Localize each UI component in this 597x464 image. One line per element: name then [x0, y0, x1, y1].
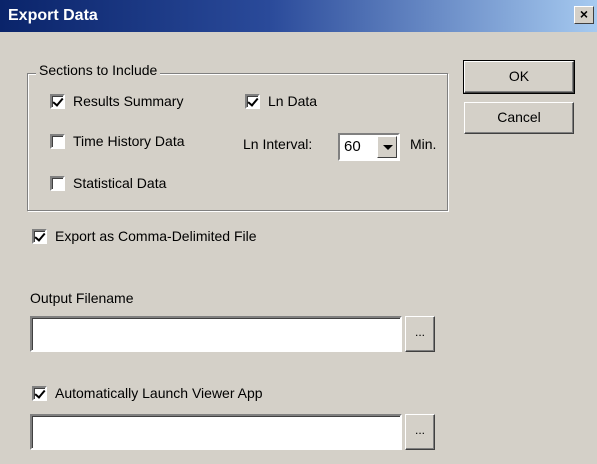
- output-filename-input[interactable]: [30, 316, 402, 352]
- statistical-checkbox[interactable]: Statistical Data: [50, 175, 166, 191]
- viewer-browse-button[interactable]: ...: [405, 414, 435, 450]
- ln-interval-label: Ln Interval:: [243, 136, 313, 152]
- ok-button[interactable]: OK: [463, 60, 575, 94]
- ln-data-checkbox[interactable]: Ln Data: [245, 93, 317, 109]
- ln-interval-unit: Min.: [410, 136, 437, 152]
- checkbox-box[interactable]: [32, 228, 47, 244]
- close-button[interactable]: ×: [574, 6, 594, 24]
- launch-viewer-checkbox[interactable]: Automatically Launch Viewer App: [32, 385, 263, 401]
- results-summary-checkbox[interactable]: Results Summary: [50, 93, 183, 109]
- ln-data-label: Ln Data: [268, 93, 318, 109]
- launch-viewer-label: Automatically Launch Viewer App: [55, 385, 263, 401]
- output-browse-button[interactable]: ...: [405, 316, 435, 352]
- export-csv-checkbox[interactable]: Export as Comma-Delimited File: [32, 228, 257, 244]
- ln-interval-dropdown[interactable]: 60: [338, 133, 400, 161]
- ln-interval-value: 60: [344, 138, 361, 155]
- chevron-down-icon[interactable]: [377, 136, 397, 158]
- checkbox-box[interactable]: [32, 385, 47, 401]
- sections-group-label: Sections to Include: [36, 62, 161, 78]
- statistical-label: Statistical Data: [73, 175, 167, 191]
- output-filename-label: Output Filename: [30, 290, 134, 306]
- checkbox-box[interactable]: [50, 93, 65, 109]
- time-history-checkbox[interactable]: Time History Data: [50, 133, 185, 149]
- results-summary-label: Results Summary: [73, 93, 184, 109]
- time-history-label: Time History Data: [73, 133, 185, 149]
- checkbox-box[interactable]: [50, 133, 65, 149]
- title-bar: Export Data ×: [0, 0, 597, 32]
- checkbox-box[interactable]: [50, 175, 65, 191]
- viewer-app-input[interactable]: [30, 414, 402, 450]
- checkbox-box[interactable]: [245, 93, 260, 109]
- export-csv-label: Export as Comma-Delimited File: [55, 228, 257, 244]
- cancel-button[interactable]: Cancel: [464, 102, 574, 134]
- window-title: Export Data: [8, 7, 98, 24]
